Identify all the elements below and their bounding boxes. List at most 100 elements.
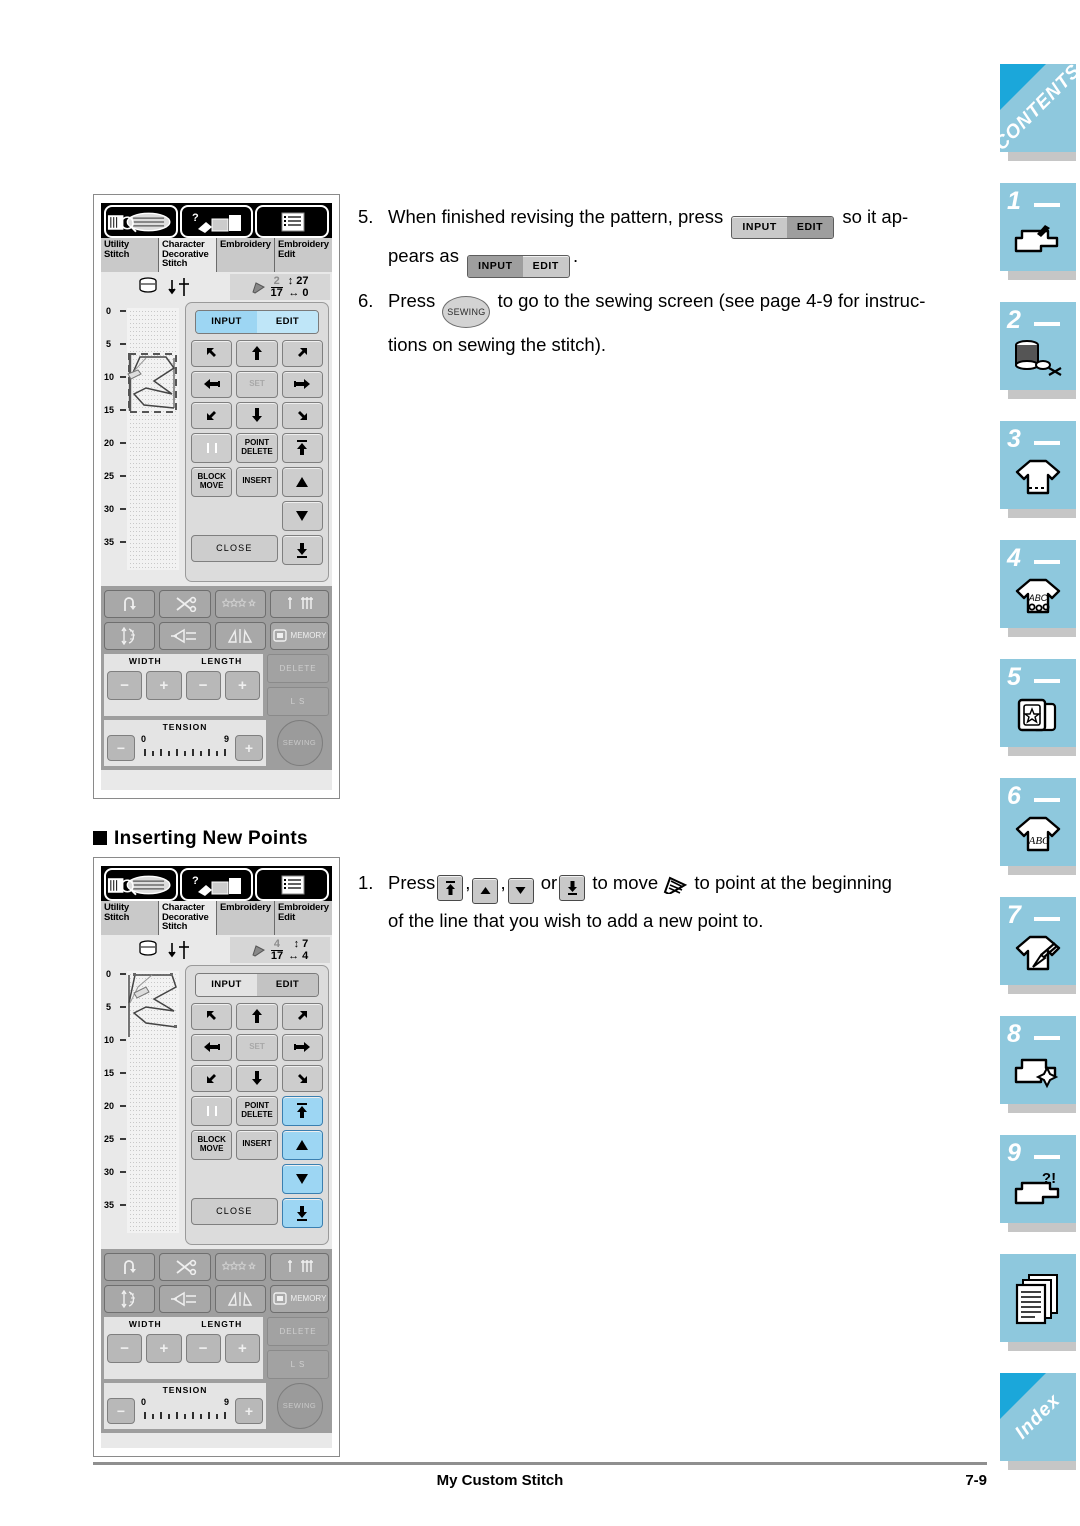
- arrow-up-right-key[interactable]: [281, 1002, 323, 1030]
- settings-list-icon[interactable]: [255, 868, 330, 901]
- double-bar-key[interactable]: [191, 432, 233, 463]
- input-button[interactable]: INPUT: [196, 973, 257, 996]
- tension-plus-key[interactable]: +: [235, 734, 263, 761]
- step-up-key[interactable]: [281, 466, 323, 497]
- mirror-flip-icon[interactable]: [159, 621, 211, 650]
- sidebar-item-index[interactable]: Index: [1000, 1373, 1076, 1470]
- needle-position-icon[interactable]: [104, 1284, 156, 1313]
- set-key[interactable]: SET: [236, 1033, 278, 1061]
- pattern-elongation-icon[interactable]: [214, 1284, 266, 1313]
- edit-button[interactable]: EDIT: [257, 973, 318, 996]
- arrow-down-key[interactable]: [236, 401, 278, 429]
- needle-mode-icon[interactable]: [269, 589, 329, 618]
- tension-minus-key[interactable]: −: [107, 1397, 135, 1424]
- stitch-selection-icon[interactable]: [104, 205, 178, 238]
- tab-character-decorative-stitch[interactable]: Character Decorative Stitch: [159, 238, 217, 272]
- machine-help-icon[interactable]: ?: [179, 868, 254, 901]
- arrow-up-key[interactable]: [236, 1002, 278, 1030]
- auto-stitch-icon[interactable]: [214, 1252, 266, 1281]
- jump-to-end-icon[interactable]: [559, 875, 586, 901]
- arrow-up-key[interactable]: [236, 339, 278, 367]
- needle-position-icon[interactable]: [104, 621, 156, 650]
- width-plus-key[interactable]: +: [146, 670, 182, 700]
- sidebar-item-chapter-6[interactable]: 6 ABC: [1000, 778, 1076, 875]
- settings-list-icon[interactable]: [255, 205, 330, 238]
- mirror-flip-icon[interactable]: [159, 1284, 211, 1313]
- arrow-right-key[interactable]: [281, 370, 323, 398]
- input-button[interactable]: INPUT: [196, 310, 257, 333]
- arrow-left-key[interactable]: [191, 1033, 233, 1061]
- sidebar-item-chapter-3[interactable]: 3: [1000, 421, 1076, 518]
- length-minus-key[interactable]: −: [185, 670, 221, 700]
- tab-embroidery[interactable]: Embroidery: [217, 901, 275, 935]
- machine-help-icon[interactable]: ?: [179, 205, 254, 238]
- auto-stitch-icon[interactable]: [214, 589, 266, 618]
- reverse-stitch-icon[interactable]: [104, 589, 156, 618]
- close-key[interactable]: CLOSE: [191, 1197, 278, 1225]
- sewing-button-inline[interactable]: SEWING: [442, 296, 491, 328]
- arrow-down-key[interactable]: [236, 1064, 278, 1092]
- tension-plus-key[interactable]: +: [235, 1397, 263, 1424]
- arrow-down-right-key[interactable]: [281, 401, 323, 429]
- arrow-down-left-key[interactable]: [191, 1064, 233, 1092]
- width-minus-key[interactable]: −: [107, 670, 143, 700]
- sidebar-item-appendix[interactable]: [1000, 1254, 1076, 1351]
- sidebar-item-chapter-5[interactable]: 5: [1000, 659, 1076, 756]
- insert-key[interactable]: INSERT: [236, 466, 278, 497]
- jump-to-start-icon[interactable]: [437, 875, 464, 901]
- sidebar-item-chapter-7[interactable]: 7: [1000, 897, 1076, 994]
- memory-button[interactable]: MEMORY: [269, 1284, 329, 1313]
- tension-minus-key[interactable]: −: [107, 734, 135, 761]
- sewing-button[interactable]: SEWING: [276, 719, 323, 766]
- memory-button[interactable]: MEMORY: [269, 621, 329, 650]
- width-plus-key[interactable]: +: [146, 1333, 182, 1363]
- insert-key[interactable]: INSERT: [236, 1129, 278, 1160]
- arrow-up-left-key[interactable]: [191, 1002, 233, 1030]
- sidebar-item-chapter-8[interactable]: 8: [1000, 1016, 1076, 1113]
- pattern-elongation-icon[interactable]: [214, 621, 266, 650]
- point-delete-key[interactable]: POINT DELETE: [236, 432, 278, 463]
- thread-cutter-icon[interactable]: [159, 1252, 211, 1281]
- block-move-key[interactable]: BLOCK MOVE: [191, 466, 233, 497]
- point-delete-key[interactable]: POINT DELETE: [236, 1095, 278, 1126]
- stitch-selection-icon[interactable]: [104, 868, 178, 901]
- thread-cutter-icon[interactable]: [159, 589, 211, 618]
- arrow-down-left-key[interactable]: [191, 401, 233, 429]
- jump-to-end-key[interactable]: [281, 534, 323, 565]
- up-triangle-icon[interactable]: [472, 877, 499, 904]
- length-plus-key[interactable]: +: [224, 1333, 260, 1363]
- length-minus-key[interactable]: −: [185, 1333, 221, 1363]
- jump-to-start-key[interactable]: [281, 432, 323, 463]
- down-triangle-icon[interactable]: [507, 877, 534, 904]
- delete-button[interactable]: DELETE: [267, 1316, 329, 1346]
- input-edit-toggle-top[interactable]: INPUT EDIT: [195, 309, 319, 334]
- input-edit-button-edit-active[interactable]: INPUT EDIT: [731, 216, 835, 239]
- close-key[interactable]: CLOSE: [191, 534, 278, 562]
- length-plus-key[interactable]: +: [224, 670, 260, 700]
- arrow-down-right-key[interactable]: [281, 1064, 323, 1092]
- arrow-up-right-key[interactable]: [281, 339, 323, 367]
- ls-button[interactable]: L S: [267, 686, 329, 716]
- jump-to-end-key[interactable]: [281, 1197, 323, 1228]
- ls-button[interactable]: L S: [267, 1349, 329, 1379]
- step-down-key[interactable]: [281, 1163, 323, 1194]
- tab-embroidery-edit[interactable]: Embroidery Edit: [275, 238, 332, 272]
- set-key[interactable]: SET: [236, 370, 278, 398]
- input-edit-button-input-active[interactable]: INPUT EDIT: [467, 255, 570, 278]
- sewing-button[interactable]: SEWING: [276, 1382, 323, 1429]
- arrow-right-key[interactable]: [281, 1033, 323, 1061]
- jump-to-start-key[interactable]: [281, 1095, 323, 1126]
- tab-embroidery[interactable]: Embroidery: [217, 238, 275, 272]
- tab-embroidery-edit[interactable]: Embroidery Edit: [275, 901, 332, 935]
- block-move-key[interactable]: BLOCK MOVE: [191, 1129, 233, 1160]
- sidebar-item-chapter-1[interactable]: 1: [1000, 183, 1076, 280]
- delete-button[interactable]: DELETE: [267, 653, 329, 683]
- step-down-key[interactable]: [281, 500, 323, 531]
- edit-button[interactable]: EDIT: [257, 310, 318, 333]
- needle-mode-icon[interactable]: [269, 1252, 329, 1281]
- width-minus-key[interactable]: −: [107, 1333, 143, 1363]
- double-bar-key[interactable]: [191, 1095, 233, 1126]
- reverse-stitch-icon[interactable]: [104, 1252, 156, 1281]
- sidebar-item-chapter-4[interactable]: 4 ABC: [1000, 540, 1076, 637]
- sidebar-item-chapter-9[interactable]: 9 ?!: [1000, 1135, 1076, 1232]
